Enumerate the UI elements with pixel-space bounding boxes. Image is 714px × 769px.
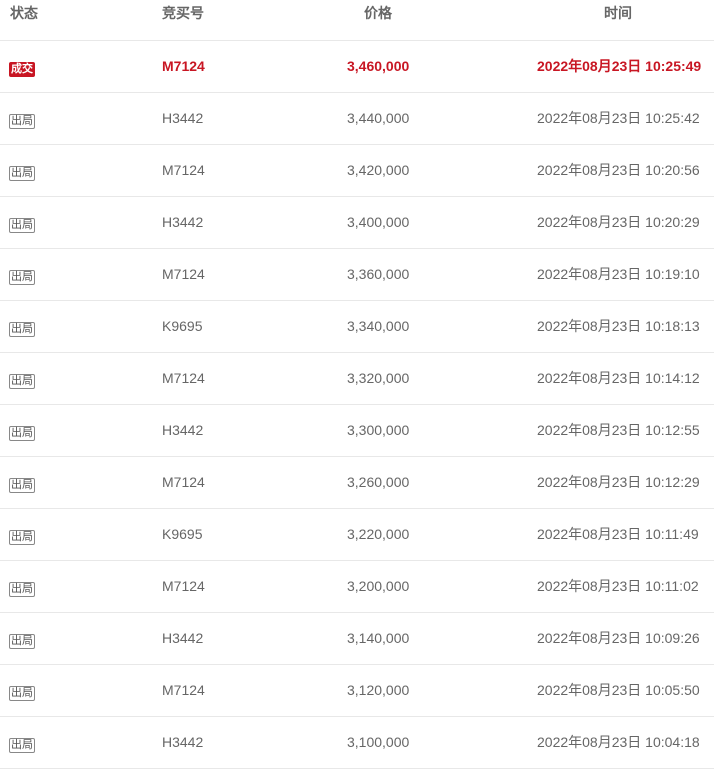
row-price: 3,300,000 bbox=[347, 422, 410, 438]
row-price: 3,260,000 bbox=[347, 474, 410, 490]
row-price: 3,440,000 bbox=[347, 110, 410, 126]
status-badge-out: 出局 bbox=[9, 218, 35, 233]
table-row: 出局 H3442 3,140,000 2022年08月23日 10:09:26 bbox=[0, 613, 714, 665]
row-bidder-number: H3442 bbox=[162, 734, 204, 750]
status-badge-out: 出局 bbox=[9, 270, 35, 285]
row-bidder-number: H3442 bbox=[162, 630, 204, 646]
row-bidder-number: H3442 bbox=[162, 214, 204, 230]
table-row: 出局 M7124 3,420,000 2022年08月23日 10:20:56 bbox=[0, 145, 714, 197]
row-time: 2022年08月23日 10:25:49 bbox=[537, 58, 702, 74]
row-time: 2022年08月23日 10:11:49 bbox=[537, 526, 699, 542]
status-badge-deal: 成交 bbox=[9, 62, 35, 77]
row-time: 2022年08月23日 10:18:13 bbox=[537, 318, 700, 334]
row-time: 2022年08月23日 10:20:56 bbox=[537, 162, 700, 178]
header-bidder-number: 竞买号 bbox=[162, 5, 204, 21]
row-status: 出局 bbox=[9, 163, 35, 181]
row-status: 出局 bbox=[9, 111, 35, 129]
row-time: 2022年08月23日 10:12:55 bbox=[537, 422, 700, 438]
row-price: 3,460,000 bbox=[347, 58, 410, 74]
status-badge-out: 出局 bbox=[9, 738, 35, 753]
row-price: 3,100,000 bbox=[347, 734, 410, 750]
row-bidder-number: K9695 bbox=[162, 318, 203, 334]
row-status: 出局 bbox=[9, 475, 35, 493]
row-bidder-number: M7124 bbox=[162, 578, 205, 594]
row-bidder-number: H3442 bbox=[162, 110, 204, 126]
row-status: 出局 bbox=[9, 319, 35, 337]
row-price: 3,140,000 bbox=[347, 630, 410, 646]
row-price: 3,320,000 bbox=[347, 370, 410, 386]
row-bidder-number: M7124 bbox=[162, 266, 205, 282]
row-status: 出局 bbox=[9, 267, 35, 285]
row-status: 出局 bbox=[9, 423, 35, 441]
status-badge-out: 出局 bbox=[9, 322, 35, 337]
header-time: 时间 bbox=[604, 5, 632, 21]
row-bidder-number: K9695 bbox=[162, 526, 203, 542]
row-price: 3,400,000 bbox=[347, 214, 410, 230]
status-badge-out: 出局 bbox=[9, 478, 35, 493]
status-badge-out: 出局 bbox=[9, 530, 35, 545]
table-row: 出局 H3442 3,100,000 2022年08月23日 10:04:18 bbox=[0, 717, 714, 769]
header-price: 价格 bbox=[364, 5, 392, 21]
row-price: 3,340,000 bbox=[347, 318, 410, 334]
row-time: 2022年08月23日 10:25:42 bbox=[537, 110, 700, 126]
bid-record-table: 状态 竞买号 价格 时间 成交 M7124 3,460,000 2022年08月23日… bbox=[0, 0, 714, 769]
row-status: 成交 bbox=[9, 59, 35, 77]
row-price: 3,220,000 bbox=[347, 526, 410, 542]
row-status: 出局 bbox=[9, 631, 35, 649]
table-row: 出局 H3442 3,400,000 2022年08月23日 10:20:29 bbox=[0, 197, 714, 249]
table-row: 出局 H3442 3,300,000 2022年08月23日 10:12:55 bbox=[0, 405, 714, 457]
row-price: 3,420,000 bbox=[347, 162, 410, 178]
row-bidder-number: M7124 bbox=[162, 370, 205, 386]
table-row: 出局 K9695 3,340,000 2022年08月23日 10:18:13 bbox=[0, 301, 714, 353]
row-bidder-number: M7124 bbox=[162, 162, 205, 178]
row-bidder-number: H3442 bbox=[162, 422, 204, 438]
row-time: 2022年08月23日 10:14:12 bbox=[537, 370, 700, 386]
row-status: 出局 bbox=[9, 215, 35, 233]
row-price: 3,120,000 bbox=[347, 682, 410, 698]
row-bidder-number: M7124 bbox=[162, 682, 205, 698]
row-time: 2022年08月23日 10:19:10 bbox=[537, 266, 700, 282]
header-status: 状态 bbox=[10, 5, 38, 21]
row-time: 2022年08月23日 10:09:26 bbox=[537, 630, 700, 646]
table-row: 出局 K9695 3,220,000 2022年08月23日 10:11:49 bbox=[0, 509, 714, 561]
row-time: 2022年08月23日 10:11:02 bbox=[537, 578, 699, 594]
table-row: 成交 M7124 3,460,000 2022年08月23日 10:25:49 bbox=[0, 41, 714, 93]
row-time: 2022年08月23日 10:12:29 bbox=[537, 474, 700, 490]
status-badge-out: 出局 bbox=[9, 374, 35, 389]
table-row: 出局 M7124 3,200,000 2022年08月23日 10:11:02 bbox=[0, 561, 714, 613]
row-status: 出局 bbox=[9, 579, 35, 597]
row-time: 2022年08月23日 10:04:18 bbox=[537, 734, 700, 750]
status-badge-out: 出局 bbox=[9, 582, 35, 597]
status-badge-out: 出局 bbox=[9, 686, 35, 701]
status-badge-out: 出局 bbox=[9, 634, 35, 649]
row-time: 2022年08月23日 10:05:50 bbox=[537, 682, 700, 698]
table-header: 状态 竞买号 价格 时间 bbox=[0, 0, 714, 41]
table-row: 出局 H3442 3,440,000 2022年08月23日 10:25:42 bbox=[0, 93, 714, 145]
row-time: 2022年08月23日 10:20:29 bbox=[537, 214, 700, 230]
row-bidder-number: M7124 bbox=[162, 58, 205, 74]
row-bidder-number: M7124 bbox=[162, 474, 205, 490]
table-body: 成交 M7124 3,460,000 2022年08月23日 10:25:49 出局 H3… bbox=[0, 41, 714, 769]
row-status: 出局 bbox=[9, 371, 35, 389]
status-badge-out: 出局 bbox=[9, 114, 35, 129]
row-status: 出局 bbox=[9, 735, 35, 753]
table-row: 出局 M7124 3,120,000 2022年08月23日 10:05:50 bbox=[0, 665, 714, 717]
row-status: 出局 bbox=[9, 683, 35, 701]
row-status: 出局 bbox=[9, 527, 35, 545]
table-row: 出局 M7124 3,320,000 2022年08月23日 10:14:12 bbox=[0, 353, 714, 405]
row-price: 3,200,000 bbox=[347, 578, 410, 594]
table-row: 出局 M7124 3,260,000 2022年08月23日 10:12:29 bbox=[0, 457, 714, 509]
status-badge-out: 出局 bbox=[9, 426, 35, 441]
table-row: 出局 M7124 3,360,000 2022年08月23日 10:19:10 bbox=[0, 249, 714, 301]
row-price: 3,360,000 bbox=[347, 266, 410, 282]
status-badge-out: 出局 bbox=[9, 166, 35, 181]
